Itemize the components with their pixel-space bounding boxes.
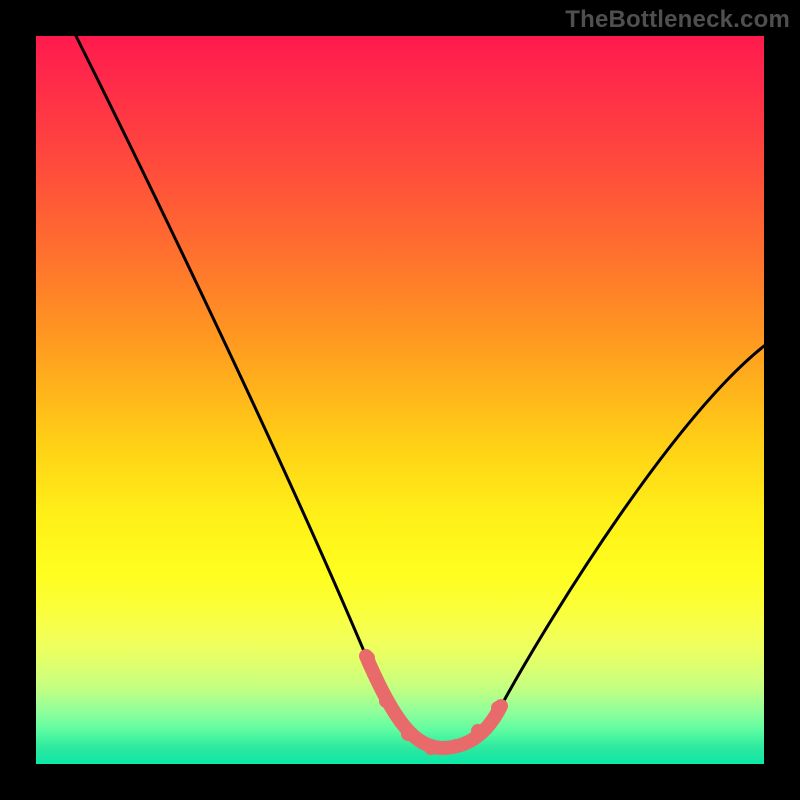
watermark-text: TheBottleneck.com [565, 6, 790, 34]
plot-area [36, 36, 764, 764]
curve-layer [36, 36, 764, 764]
bottleneck-curve [76, 36, 764, 748]
chart-frame: TheBottleneck.com [0, 0, 800, 800]
